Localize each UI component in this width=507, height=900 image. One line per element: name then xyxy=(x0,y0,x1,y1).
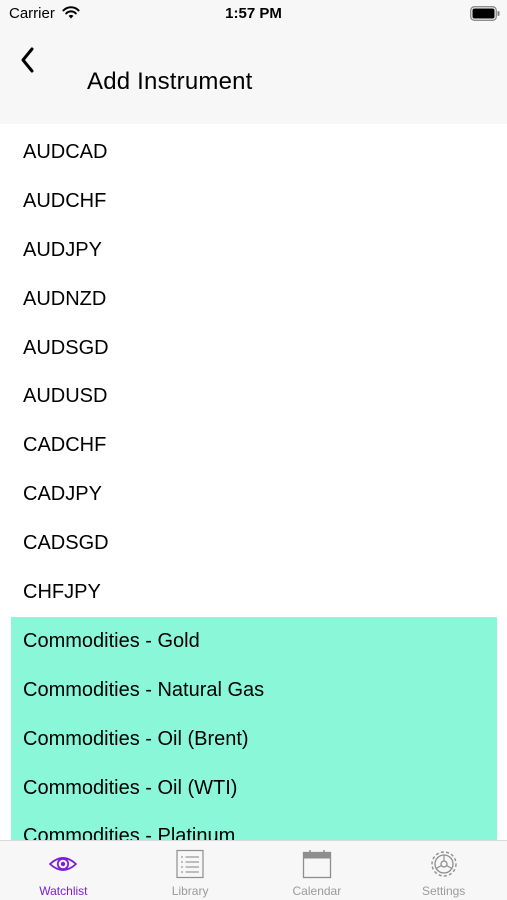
list-item-label: AUDCHF xyxy=(23,189,107,212)
list-item-cadsgd[interactable]: CADSGD xyxy=(0,519,507,568)
list-item-label: CADCHF xyxy=(23,434,107,457)
tab-settings[interactable]: Settings xyxy=(380,841,507,900)
list-icon xyxy=(176,849,204,879)
list-item-commodities-oil-wti[interactable]: Commodities - Oil (WTI) xyxy=(11,763,497,813)
list-item-commodities-platinum[interactable]: Commodities - Platinum xyxy=(11,812,497,840)
list-item-label: Commodities - Natural Gas xyxy=(23,678,265,701)
list-item-commodities-natural-gas[interactable]: Commodities - Natural Gas xyxy=(11,665,497,715)
list-item-commodities-oil-brent[interactable]: Commodities - Oil (Brent) xyxy=(11,714,497,764)
list-item-label: Commodities - Oil (Brent) xyxy=(23,727,249,750)
list-item-label: Commodities - Oil (WTI) xyxy=(23,776,238,799)
list-item-label: CHFJPY xyxy=(23,580,101,603)
list-item-audcad[interactable]: AUDCAD xyxy=(0,128,507,177)
screen: Carrier 1:57 PM Add Instrument AUDCAD AU… xyxy=(0,0,507,900)
tab-calendar[interactable]: Calendar xyxy=(254,841,381,900)
chevron-left-icon xyxy=(21,47,34,73)
eye-icon xyxy=(49,857,78,871)
list-item-commodities-gold[interactable]: Commodities - Gold xyxy=(11,616,497,666)
gear-icon xyxy=(430,851,457,877)
tab-library[interactable]: Library xyxy=(127,841,254,900)
list-item-audchf[interactable]: AUDCHF xyxy=(0,177,507,226)
list-item-cadjpy[interactable]: CADJPY xyxy=(0,470,507,519)
list-item-audsgd[interactable]: AUDSGD xyxy=(0,324,507,373)
tab-watchlist[interactable]: Watchlist xyxy=(0,841,127,900)
back-button[interactable] xyxy=(14,44,46,78)
page-title: Add Instrument xyxy=(87,68,253,95)
list-item-label: AUDUSD xyxy=(23,385,108,408)
tab-label: Library xyxy=(171,884,209,898)
calendar-icon xyxy=(302,850,332,879)
tab-label: Calendar xyxy=(292,884,342,898)
list-item-audusd[interactable]: AUDUSD xyxy=(0,372,507,421)
list-item-audnzd[interactable]: AUDNZD xyxy=(0,275,507,324)
status-time: 1:57 PM xyxy=(225,5,282,22)
list-item-audjpy[interactable]: AUDJPY xyxy=(0,226,507,275)
list-item-label: Commodities - Gold xyxy=(23,629,200,652)
list-item-chfjpy[interactable]: CHFJPY xyxy=(0,568,507,617)
list-item-label: AUDJPY xyxy=(23,238,102,261)
list-item-label: Commodities - Platinum xyxy=(23,825,236,840)
list-item-label: AUDSGD xyxy=(23,336,109,359)
list-item-label: AUDCAD xyxy=(23,140,108,163)
battery-icon xyxy=(470,6,500,21)
tab-bar: Watchlist Library Calendar Settings xyxy=(0,840,507,900)
list-item-label: CADSGD xyxy=(23,532,109,555)
list-item-cadchf[interactable]: CADCHF xyxy=(0,421,507,470)
instrument-list[interactable]: AUDCAD AUDCHF AUDJPY AUDNZD AUDSGD AUDUS… xyxy=(0,124,507,840)
list-item-label: CADJPY xyxy=(23,483,102,506)
tab-label: Watchlist xyxy=(39,884,88,898)
status-bar: Carrier 1:57 PM xyxy=(0,0,507,28)
list-item-label: AUDNZD xyxy=(23,287,107,310)
navigation-bar: Add Instrument xyxy=(0,28,507,124)
tab-label: Settings xyxy=(421,884,466,898)
